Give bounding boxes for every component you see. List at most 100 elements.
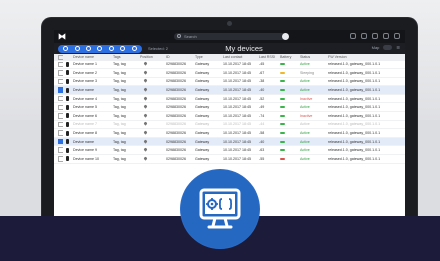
device-name[interactable]: Device name 8 [73,129,113,138]
map-pin-icon[interactable] [143,139,148,144]
device-status: Active [300,122,310,127]
device-name[interactable]: Device name [73,137,113,146]
table-row[interactable]: Device name 10 Tag, tag 0298830026 Gateway 1… [54,155,405,164]
device-id: 0298830026 [166,148,186,153]
map-pin-icon[interactable] [143,70,148,75]
search-submit-button[interactable] [282,33,289,40]
last-contact: 10.10.2017 18:45 [223,88,251,93]
edit-action-icon[interactable] [74,46,80,51]
row-checkbox-cell[interactable] [54,146,63,155]
settings-action-icon[interactable] [63,46,69,51]
position-cell [140,155,166,164]
device-name[interactable]: Device name 7 [73,120,113,129]
row-checkbox-cell[interactable] [54,155,63,164]
table-row[interactable]: Device name 6 Tag, tag 0298830026 Gateway 10… [54,112,405,121]
battery-cell [280,129,300,138]
last-rssi: -38 [259,79,265,84]
map-pin-icon[interactable] [143,78,148,84]
top-bar: ⧓ Search [54,30,405,43]
table-row[interactable]: Device name Tag, tag 0298830026 Gateway 10.1… [54,137,405,146]
device-name[interactable]: Device name 9 [73,146,113,155]
map-view-toggle[interactable] [383,45,393,50]
map-pin-icon[interactable] [143,104,148,109]
device-name[interactable]: Device name [73,86,113,95]
row-checkbox-cell[interactable] [54,137,63,146]
table-row[interactable]: Device name 9 Tag, tag 0298830026 Gateway 10… [54,146,405,155]
device-id: 0298830026 [166,131,186,136]
device-name[interactable]: Device name 10 [73,155,113,164]
device-name[interactable]: Device name 1 [73,61,113,69]
device-name[interactable]: Device name 6 [73,112,113,121]
battery-indicator [280,149,285,152]
last-contact: 10.10.2017 18:45 [223,79,251,84]
device-type: Gateway [195,70,210,75]
page-title: My devices [225,44,263,53]
device-status: Inactive [300,113,313,118]
device-name[interactable]: Device name 4 [73,94,113,103]
help-icon[interactable] [383,33,389,39]
share-action-icon[interactable] [120,46,126,51]
profile-icon[interactable] [394,33,400,39]
table-row[interactable]: Device name 4 Tag, tag 0298830026 Gateway 10… [54,94,405,103]
map-pin-icon[interactable] [143,147,148,152]
row-checkbox-cell[interactable] [54,103,63,112]
table-row[interactable]: Device name 2 Tag, tag 0298830026 Gateway 10… [54,69,405,78]
search-input[interactable]: Search [174,33,289,40]
row-checkbox-cell[interactable] [54,69,63,78]
device-id: 0298830026 [166,156,186,161]
row-checkbox-cell[interactable] [54,112,63,121]
table-row[interactable]: Device name 5 Tag, tag 0298830026 Gateway 10… [54,103,405,112]
table-row[interactable]: Device name 3 Tag, tag 0298830026 Gateway 10… [54,77,405,86]
refresh-action-icon[interactable] [97,46,103,51]
select-all-checkbox[interactable] [58,54,63,60]
device-cell [63,94,73,103]
column-header[interactable] [54,54,63,61]
battery-cell [280,86,300,95]
view-controls: Map ☰ [372,45,400,50]
position-cell [140,137,166,146]
device-name[interactable]: Device name 2 [73,69,113,78]
row-checkbox-cell[interactable] [54,61,63,69]
filter-icon[interactable]: ☰ [396,45,400,50]
battery-cell [280,94,300,103]
map-pin-icon[interactable] [143,96,148,101]
tag-action-icon[interactable] [108,46,114,51]
notifications-icon[interactable] [350,33,356,39]
battery-cell [280,61,300,69]
table-row[interactable]: Device name 1 Tag, tag 0298830026 Gateway 10… [54,61,405,69]
map-pin-icon[interactable] [143,61,148,66]
fw-version: released.1.0, gateway_000.1.0.1 [328,148,381,153]
fw-version: released.1.0, gateway_000.1.0.1 [328,131,381,136]
map-pin-icon[interactable] [143,87,148,92]
device-status: Inactive [300,96,313,101]
row-checkbox-cell[interactable] [54,77,63,86]
row-checkbox-cell[interactable] [54,129,63,138]
table-row[interactable]: Device name 7 Tag, tag 0298830026 Gateway 10… [54,120,405,129]
device-name[interactable]: Device name 5 [73,103,113,112]
device-cell [63,77,73,86]
more-action-icon[interactable] [131,46,137,51]
table-row[interactable]: Device name Tag, tag 0298830026 Gateway 10.1… [54,85,405,95]
device-id: 0298830026 [166,88,186,93]
fw-version: released.1.0, gateway_000.1.0.1 [328,139,381,144]
apps-icon[interactable] [361,33,367,39]
map-pin-icon[interactable] [143,113,148,118]
row-checkbox-cell[interactable] [54,94,63,103]
device-tags: Tag, tag [113,79,126,84]
device-type: Gateway [195,156,210,161]
map-pin-icon[interactable] [143,121,148,127]
battery-cell [280,137,300,146]
map-pin-icon[interactable] [143,130,148,135]
settings-icon[interactable] [372,33,378,39]
fw-version: released.1.0, gateway_000.1.0.1 [328,88,381,93]
delete-action-icon[interactable] [86,46,92,51]
map-pin-icon[interactable] [143,156,148,161]
position-cell [140,69,166,78]
table-row[interactable]: Device name 8 Tag, tag 0298830026 Gateway 10… [54,129,405,138]
device-status: Active [300,105,310,110]
device-tags: Tag, tag [113,131,126,136]
device-name[interactable]: Device name 3 [73,77,113,86]
row-checkbox-cell[interactable] [54,86,63,95]
row-checkbox-cell[interactable] [54,120,63,129]
last-contact: 10.10.2017 18:45 [223,122,251,127]
